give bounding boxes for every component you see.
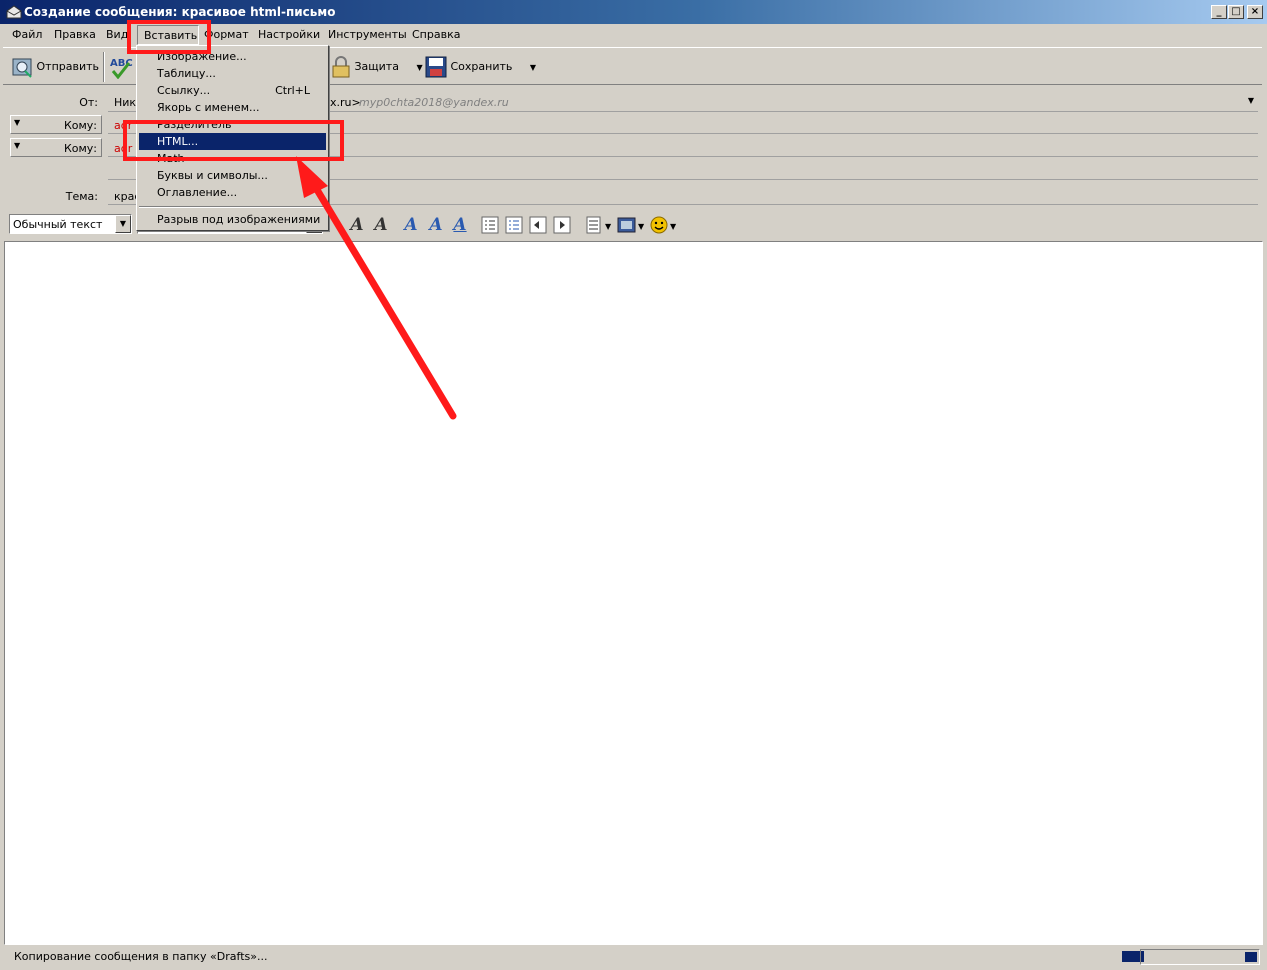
annotation-arrow bbox=[296, 156, 457, 420]
